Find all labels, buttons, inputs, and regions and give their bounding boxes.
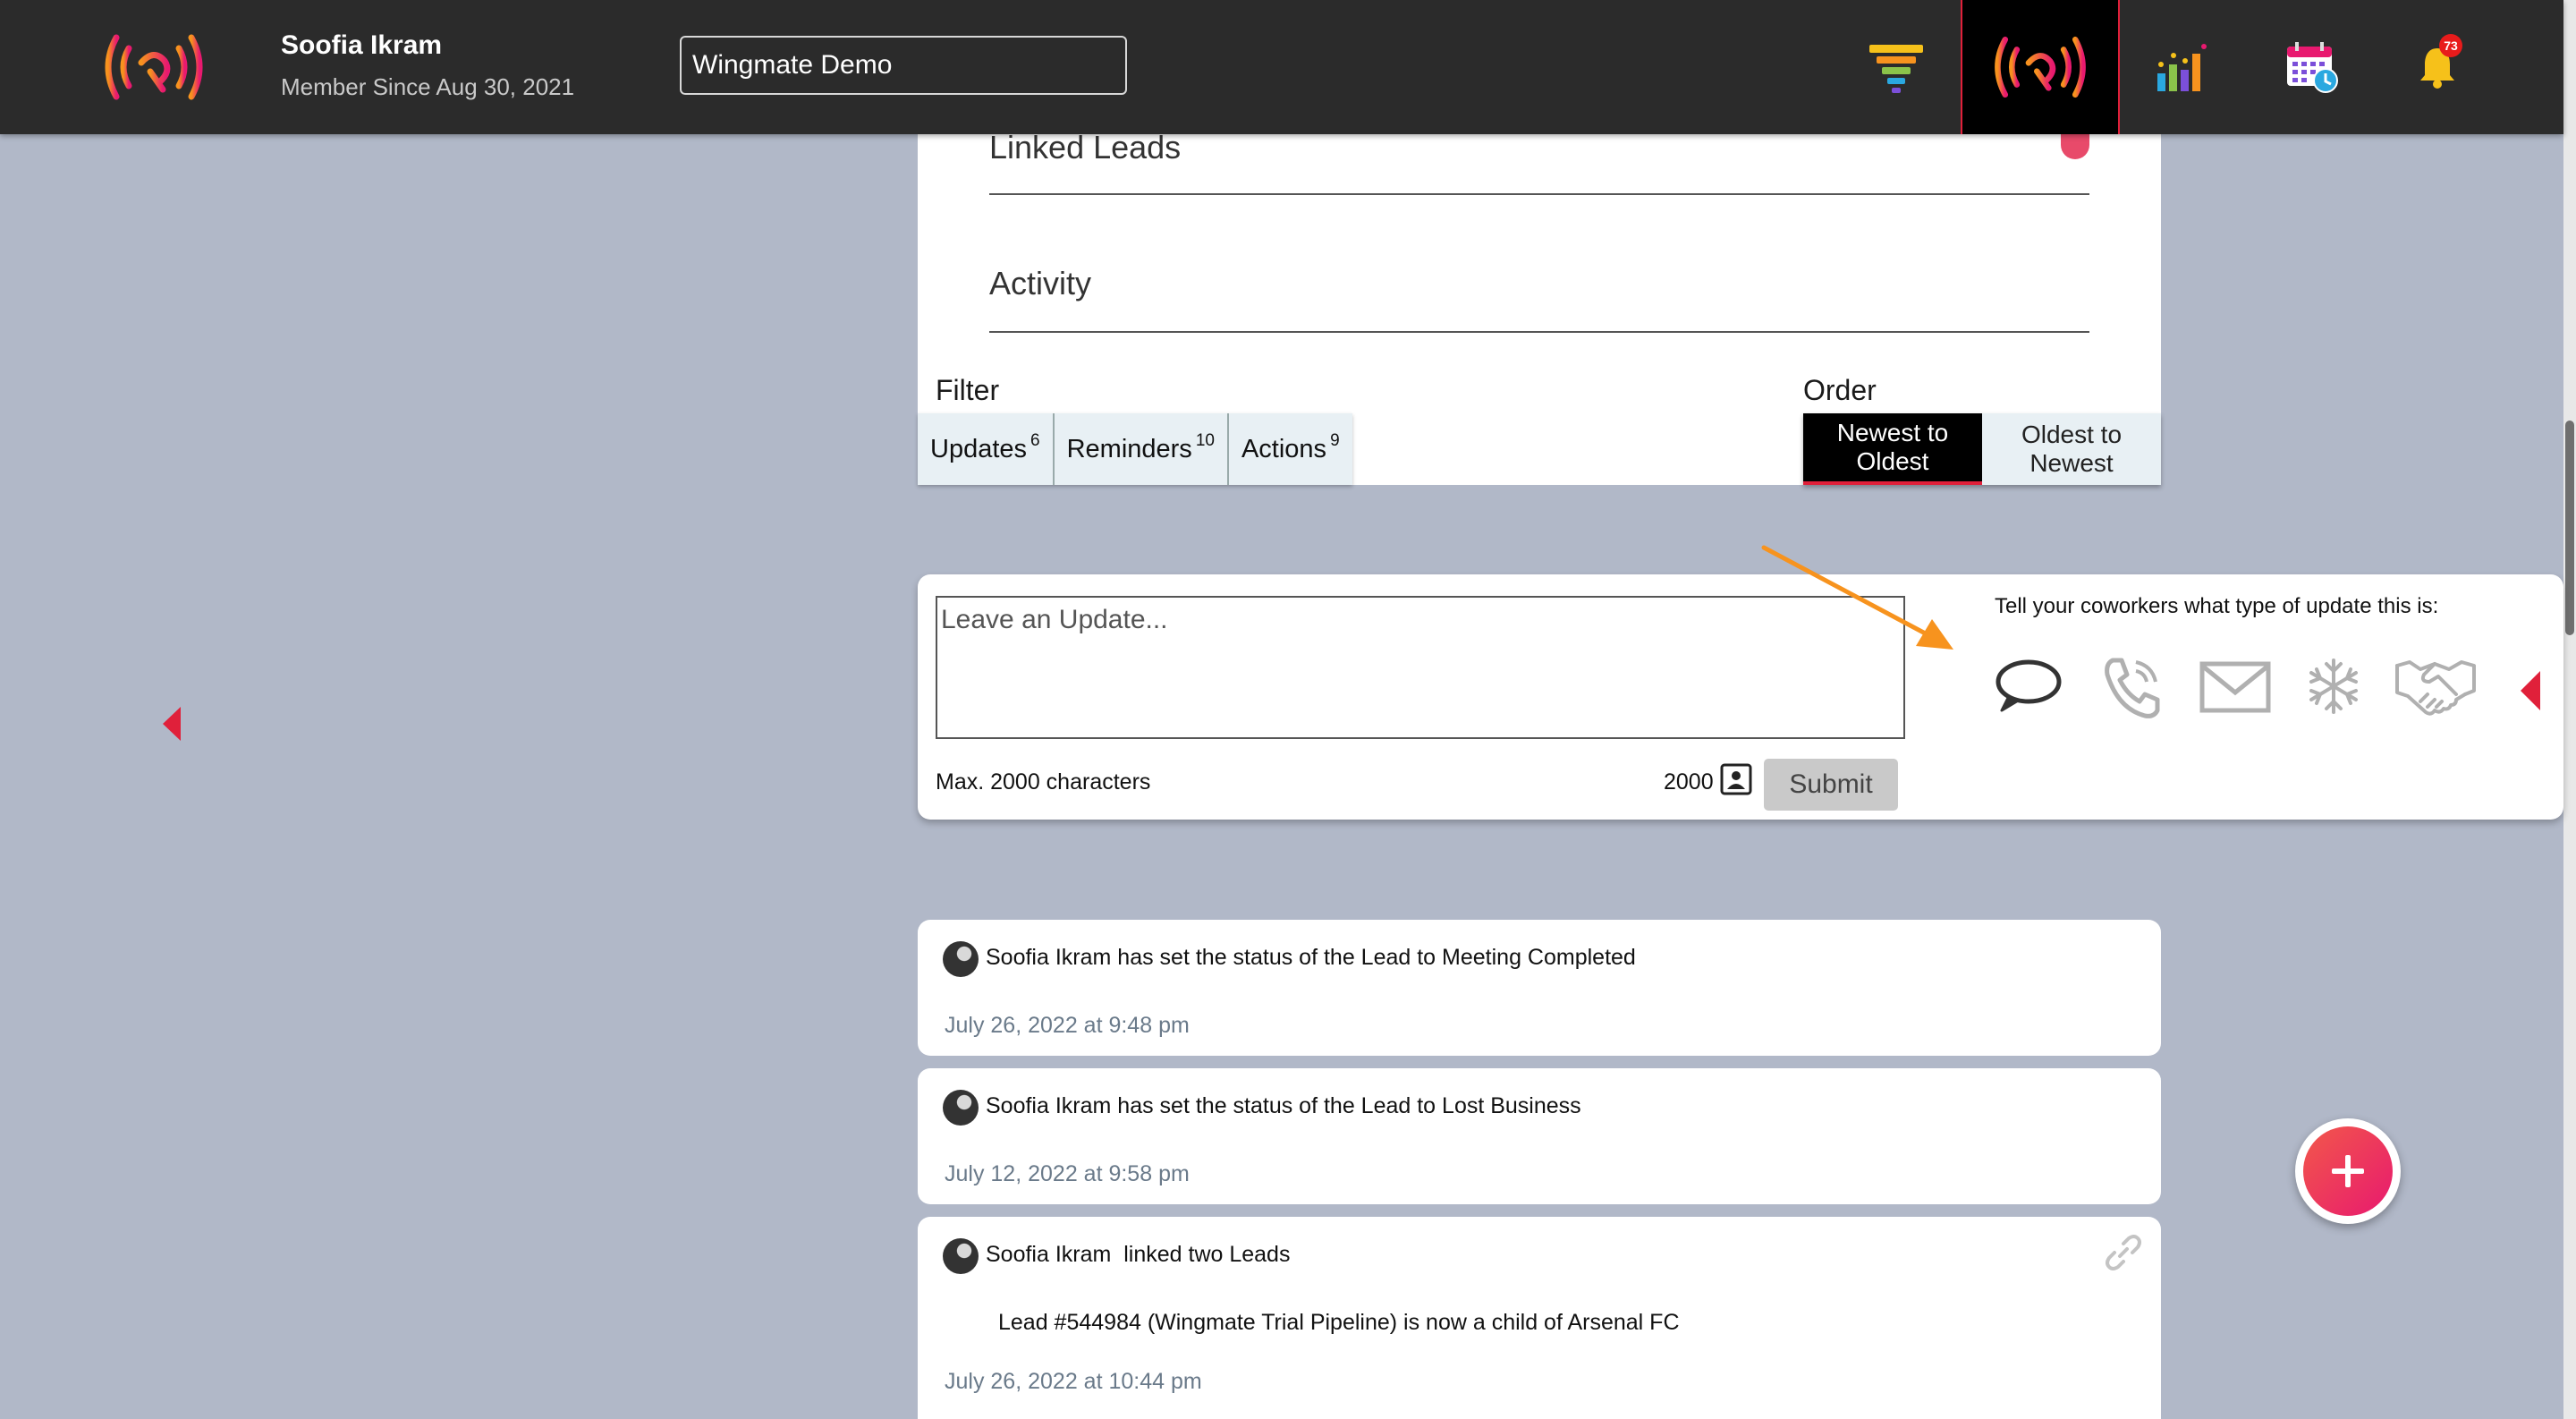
filter-reminders-count: 10 xyxy=(1195,431,1215,450)
activity-actor[interactable]: Soofia Ikram xyxy=(986,1242,1111,1267)
phone-icon[interactable] xyxy=(2100,655,2163,721)
snowflake-icon[interactable] xyxy=(2304,655,2363,718)
contact-card-icon[interactable] xyxy=(1719,762,1753,796)
filter-updates-button[interactable]: Updates 6 xyxy=(918,413,1055,485)
filter-reminders-button[interactable]: Reminders 10 xyxy=(1055,413,1229,485)
plus-icon xyxy=(2332,1155,2364,1187)
activity-actor[interactable]: Soofia Ikram xyxy=(986,945,1111,970)
filter-reminders-label: Reminders xyxy=(1066,434,1192,463)
activity-text: Soofia Ikram linked two Leads xyxy=(986,1242,1290,1268)
nav-signal[interactable] xyxy=(1961,0,2120,134)
page-scrollbar[interactable] xyxy=(2563,0,2576,1419)
user-name: Soofia Ikram xyxy=(281,30,443,60)
workspace-input[interactable] xyxy=(680,36,1127,95)
wingmate-logo-icon[interactable] xyxy=(97,27,211,107)
update-composer: Max. 2000 characters 2000 Submit Tell yo… xyxy=(918,574,2563,820)
avatar xyxy=(943,1090,979,1126)
activity-item: Soofia Ikram has set the status of the L… xyxy=(918,920,2161,1056)
update-type-scroll-left-icon[interactable] xyxy=(2521,671,2540,710)
max-characters-label: Max. 2000 characters xyxy=(936,769,1151,794)
filter-actions-label: Actions xyxy=(1241,434,1327,463)
activity-item: Soofia Ikram linked two Leads Lead #5449… xyxy=(918,1217,2161,1419)
activity-actor[interactable]: Soofia Ikram xyxy=(986,1093,1111,1118)
activity-timestamp: July 12, 2022 at 9:58 pm xyxy=(945,1161,1190,1186)
order-oldest-button[interactable]: Oldest to Newest xyxy=(1982,413,2161,485)
activity-description: linked two Leads xyxy=(1111,1242,1291,1267)
activity-item: Soofia Ikram has set the status of the L… xyxy=(918,1068,2161,1204)
order-label: Order xyxy=(1803,374,1877,406)
avatar xyxy=(943,941,979,977)
update-type-prompt: Tell your coworkers what type of update … xyxy=(1995,594,2439,618)
filter-label: Filter xyxy=(936,374,1000,406)
lead-detail-card: Linked Leads Activity Filter Order Updat… xyxy=(918,129,2161,485)
divider xyxy=(989,331,2089,333)
activity-description: has set the status of the Lead to Meetin… xyxy=(1111,945,1636,970)
comment-icon[interactable] xyxy=(1993,655,2064,718)
activity-timestamp: July 26, 2022 at 9:48 pm xyxy=(945,1013,1190,1038)
order-toggle: Newest to Oldest Oldest to Newest xyxy=(1803,413,2161,485)
handshake-icon[interactable] xyxy=(2394,655,2478,721)
filter-buttons: Updates 6 Reminders 10 Actions 9 xyxy=(918,413,1352,485)
nav-chart[interactable] xyxy=(2129,0,2236,134)
link-icon[interactable] xyxy=(2104,1233,2143,1272)
email-icon[interactable] xyxy=(2199,655,2272,718)
bar-chart-icon xyxy=(2157,44,2207,91)
activity-text: Soofia Ikram has set the status of the L… xyxy=(986,1093,1581,1119)
filter-actions-button[interactable]: Actions 9 xyxy=(1229,413,1352,485)
nav-funnel[interactable] xyxy=(1843,0,1950,134)
submit-button[interactable]: Submit xyxy=(1764,759,1898,811)
activity-timestamp: July 26, 2022 at 10:44 pm xyxy=(945,1369,1202,1394)
activity-text: Soofia Ikram has set the status of the L… xyxy=(986,945,1636,971)
scrollbar-thumb[interactable] xyxy=(2565,421,2574,635)
calendar-icon xyxy=(2287,42,2338,93)
divider xyxy=(989,193,2089,195)
linked-leads-toggle-icon[interactable] xyxy=(2061,134,2089,159)
activity-title: Activity xyxy=(989,265,1092,302)
nav-calendar[interactable] xyxy=(2254,0,2370,134)
top-bar: Soofia Ikram Member Since Aug 30, 2021 W… xyxy=(0,0,2563,134)
filter-updates-label: Updates xyxy=(930,434,1028,463)
add-button[interactable] xyxy=(2295,1118,2401,1224)
signal-icon xyxy=(1995,36,2086,98)
character-count: 2000 xyxy=(1664,769,1714,794)
funnel-icon xyxy=(1869,45,1923,93)
activity-detail: Lead #544984 (Wingmate Trial Pipeline) i… xyxy=(998,1310,1680,1335)
notification-badge: 73 xyxy=(2439,34,2462,57)
add-button-inner xyxy=(2303,1126,2393,1216)
order-newest-button[interactable]: Newest to Oldest xyxy=(1803,413,1982,485)
filter-updates-count: 6 xyxy=(1030,431,1040,450)
filter-actions-count: 9 xyxy=(1330,431,1340,450)
annotation-arrow-icon xyxy=(1761,545,1953,650)
activity-description: has set the status of the Lead to Lost B… xyxy=(1111,1093,1581,1118)
member-since: Member Since Aug 30, 2021 xyxy=(281,73,575,100)
avatar xyxy=(943,1238,979,1274)
sidebar-collapse-icon[interactable] xyxy=(163,707,181,741)
nav-notifications[interactable]: 73 xyxy=(2388,0,2487,134)
linked-leads-title[interactable]: Linked Leads xyxy=(989,129,1181,166)
